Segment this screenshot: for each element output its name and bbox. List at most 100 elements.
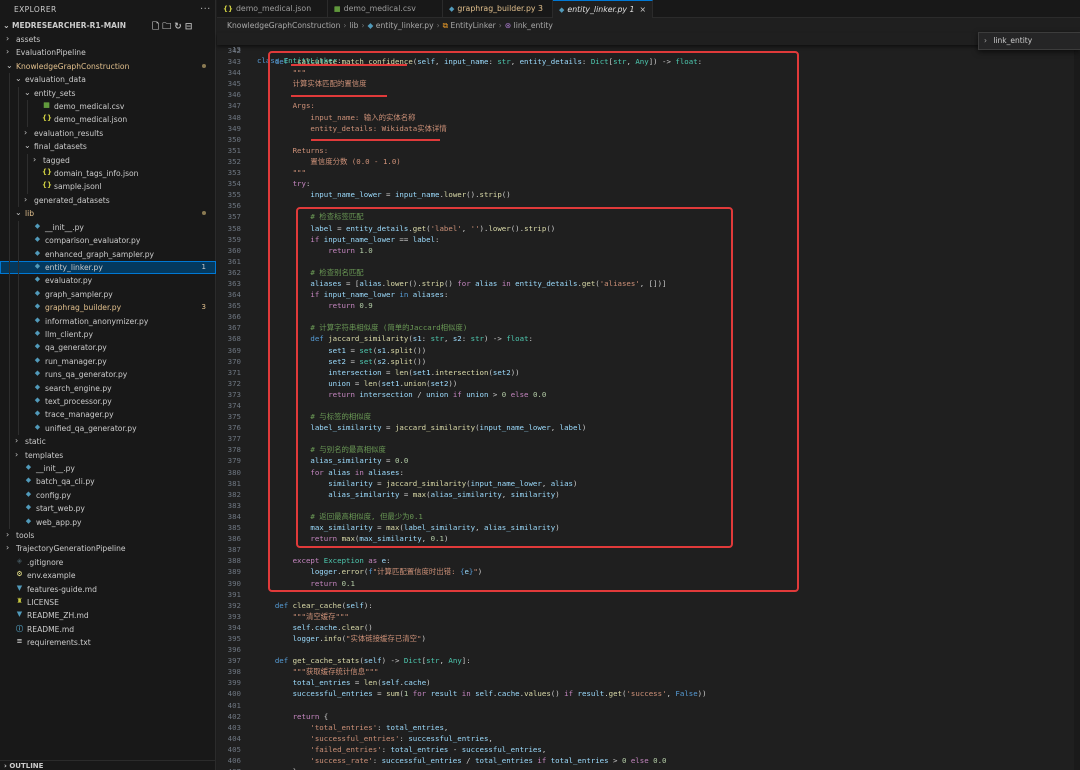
tree-file[interactable]: ◆ runs_qa_generator.py: [0, 368, 216, 382]
breadcrumb-item[interactable]: link_entity: [514, 21, 553, 30]
tree-file[interactable]: ◆ graphrag_builder.py 3: [0, 301, 216, 315]
tree-file[interactable]: {} demo_medical.json: [0, 113, 216, 127]
code-line: 390 return 0.1: [217, 578, 1080, 589]
symbol-widget[interactable]: › link_entity: [978, 32, 1080, 50]
outline-section[interactable]: › OUTLINE: [0, 760, 216, 770]
tree-file[interactable]: ⓘ README.md: [0, 623, 216, 636]
indent-guide: [9, 153, 10, 168]
tree-file[interactable]: {} domain_tags_info.json: [0, 167, 216, 181]
scrollbar-track[interactable]: [1074, 33, 1080, 770]
tree-folder[interactable]: › TrajectoryGenerationPipeline: [0, 542, 216, 555]
collapse-all-icon[interactable]: ⊟: [185, 22, 196, 32]
breadcrumb-item[interactable]: lib: [349, 21, 358, 30]
code-line: 354 try:: [217, 178, 1080, 189]
editor-tab[interactable]: ◆ graphrag_builder.py 3: [443, 0, 553, 18]
breadcrumb-item[interactable]: KnowledgeGraphConstruction: [227, 21, 340, 30]
tree-file[interactable]: ◆ start_web.py: [0, 502, 216, 516]
py-file-icon: ◆: [34, 235, 41, 244]
tree-file[interactable]: ◆ config.py: [0, 488, 216, 503]
tree-folder[interactable]: › static: [0, 435, 216, 449]
breadcrumb-item[interactable]: entity_linker.py: [376, 21, 434, 30]
more-actions-icon[interactable]: ···: [200, 0, 211, 20]
tree-file[interactable]: ◆ information_anonymizer.py: [0, 314, 216, 328]
code-view[interactable]: 342 343 def _calculate_match_confidence(s…: [217, 45, 1080, 770]
tree-file[interactable]: ◆ evaluator.py: [0, 274, 216, 288]
indent-guide: [9, 274, 10, 288]
tree-folder[interactable]: › generated_datasets: [0, 193, 216, 208]
tree-file[interactable]: ◆ enhanced_graph_sampler.py: [0, 247, 216, 261]
tree-file[interactable]: ▦ demo_medical.csv: [0, 100, 216, 114]
sticky-scroll-header[interactable]: 13 class EntityLinker:: [217, 33, 1080, 65]
tree-file[interactable]: ◆ __init__.py: [0, 220, 216, 235]
tree-file[interactable]: ⚙ env.example: [0, 569, 216, 582]
close-tab-icon[interactable]: ×: [639, 5, 646, 14]
code-line: 392 def clear_cache(self):: [217, 600, 1080, 611]
tree-folder[interactable]: ⌄ entity_sets: [0, 86, 216, 101]
tree-file[interactable]: ≡ requirements.txt: [0, 636, 216, 649]
tree-folder[interactable]: ⌄ lib: [0, 207, 216, 221]
code-text: set1 = set(s1.split()): [328, 345, 427, 355]
editor-tab[interactable]: ▦ demo_medical.csv: [328, 0, 443, 18]
tree-file[interactable]: ▼ features-guide.md: [0, 583, 216, 596]
indent-guide: [18, 140, 19, 154]
indent-guide: [18, 220, 19, 235]
tree-folder[interactable]: ⌄ evaluation_data: [0, 73, 216, 87]
editor-tab[interactable]: {} demo_medical.json: [217, 0, 328, 18]
tree-file[interactable]: {} sample.jsonl: [0, 180, 216, 194]
line-number: 396: [227, 645, 241, 655]
indent-guide: [9, 260, 10, 275]
indent-guide: [18, 260, 19, 275]
line-number: 383: [227, 500, 241, 510]
refresh-icon[interactable]: ↻: [174, 22, 185, 32]
tree-folder[interactable]: › evaluation_results: [0, 126, 216, 141]
line-number: 373: [227, 389, 241, 399]
code-text: 置信度分数 (0.0 - 1.0): [310, 156, 401, 166]
file-type-icon: ◆: [449, 5, 455, 13]
line-number: 407: [217, 766, 241, 770]
breadcrumb-separator-icon: ›: [498, 21, 502, 30]
tree-file[interactable]: ◆ run_manager.py: [0, 354, 216, 369]
code-line: 393 """清空缓存""": [217, 611, 1080, 622]
code-line: 366: [217, 311, 1080, 322]
file-tree: › assets › EvaluationPipeline ⌄ KnowledgeGrap…: [0, 33, 216, 650]
tree-folder[interactable]: › EvaluationPipeline: [0, 46, 216, 59]
tree-folder[interactable]: › templates: [0, 448, 216, 462]
code-line: 344 """: [217, 67, 1080, 78]
breadcrumb-item[interactable]: EntityLinker: [451, 21, 496, 30]
tree-file[interactable]: ◆ graph_sampler.py: [0, 287, 216, 302]
tree-folder[interactable]: › tools: [0, 529, 216, 542]
tree-item-label: lib: [25, 209, 35, 219]
tree-file[interactable]: ◆ llm_client.py: [0, 327, 216, 342]
tree-file[interactable]: ◆ __init__.py: [0, 462, 216, 476]
tree-folder[interactable]: ⌄ final_datasets: [0, 140, 216, 154]
code-line: 371 intersection = len(set1.intersection…: [217, 367, 1080, 378]
tree-folder[interactable]: › tagged: [0, 153, 216, 168]
tree-file[interactable]: ◆ entity_linker.py 1: [0, 260, 216, 275]
line-number: 389: [227, 567, 241, 577]
tree-file[interactable]: ◆ web_app.py: [0, 515, 216, 530]
tree-item-label: trace_manager.py: [45, 410, 114, 420]
new-file-icon[interactable]: 🗋: [152, 22, 162, 32]
code-text: """清空缓存""": [292, 611, 349, 621]
indent-guide: [9, 234, 10, 248]
tree-file[interactable]: ◈ .gitignore: [0, 556, 216, 569]
tree-file[interactable]: ◆ text_processor.py: [0, 394, 216, 409]
tree-file[interactable]: ◆ batch_qa_cli.py: [0, 475, 216, 489]
tree-item-label: .gitignore: [27, 557, 64, 567]
tree-file[interactable]: ◆ comparison_evaluator.py: [0, 234, 216, 248]
line-number: 359: [227, 234, 241, 244]
tree-folder[interactable]: › assets: [0, 33, 216, 46]
tree-file[interactable]: ▼ README_ZH.md: [0, 609, 216, 622]
editor-tab[interactable]: ◆ entity_linker.py 1 ×: [553, 0, 653, 18]
tree-file[interactable]: ◆ search_engine.py: [0, 381, 216, 395]
tree-file[interactable]: ◆ trace_manager.py: [0, 408, 216, 422]
indent-guide: [18, 180, 19, 194]
tree-file[interactable]: ♜ LICENSE: [0, 596, 216, 609]
workspace-root[interactable]: ⌄ MEDRESEARCHER-R1-MAIN 🗋🗀↻⊟: [0, 19, 216, 33]
tree-folder[interactable]: ⌄ KnowledgeGraphConstruction: [0, 60, 216, 73]
tree-file[interactable]: ◆ qa_generator.py: [0, 341, 216, 355]
code-line: 356: [217, 200, 1080, 211]
breadcrumb: KnowledgeGraphConstruction › lib › ◆ entity_…: [217, 19, 553, 33]
tree-file[interactable]: ◆ unified_qa_generator.py: [0, 421, 216, 436]
new-folder-icon[interactable]: 🗀: [162, 22, 174, 32]
